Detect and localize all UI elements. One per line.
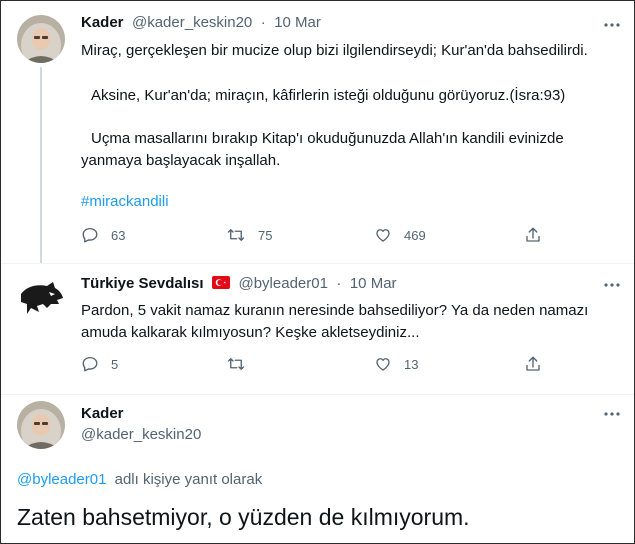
tweet-text-line: Uçma masallarını bırakıp Kitap'ı okuduğu…	[91, 130, 564, 147]
action-bar: 5 13	[81, 355, 542, 373]
author-handle[interactable]: @kader_keskin20	[81, 426, 201, 443]
like-count: 469	[404, 227, 426, 243]
turkey-flag-icon	[212, 276, 231, 289]
reply-button[interactable]: 63	[81, 226, 226, 244]
tweet-text-line: Pardon, 5 vakit namaz kuranın neresinde …	[81, 302, 589, 319]
main-tweet-text: Zaten bahsetmiyor, o yüzden de kılmıyoru…	[17, 504, 470, 530]
tweet-thread-screenshot: Kader @kader_keskin20 · 10 Mar Miraç, ge…	[0, 0, 635, 544]
share-icon	[526, 227, 540, 242]
like-count: 13	[404, 356, 419, 372]
like-button[interactable]: 469	[374, 226, 524, 244]
tweet-text-line: amuda kalkarak kılmıyosun? Keşke akletse…	[81, 324, 420, 341]
retweet-icon	[227, 229, 245, 241]
reply-count: 63	[111, 227, 126, 243]
avatar-photo	[17, 15, 65, 63]
avatar[interactable]	[17, 274, 65, 322]
tweet-1[interactable]: Kader @kader_keskin20 · 10 Mar Miraç, ge…	[1, 1, 634, 263]
share-button[interactable]	[524, 226, 542, 244]
panther-logo-avatar	[17, 274, 65, 322]
more-options-icon[interactable]	[602, 15, 622, 35]
tweet-date[interactable]: 10 Mar	[274, 14, 321, 31]
heart-icon	[376, 358, 390, 371]
reply-button[interactable]: 5	[81, 355, 226, 373]
tweet-text-line: yanmaya başlayacak inşallah.	[81, 152, 281, 169]
tweet-date[interactable]: 10 Mar	[350, 275, 397, 292]
retweet-button[interactable]: 75	[226, 226, 374, 244]
like-button[interactable]: 13	[374, 355, 524, 373]
avatar[interactable]	[17, 15, 65, 63]
reply-to-label: adlı kişiye yanıt olarak	[114, 471, 263, 488]
tweet-text-line: Miraç, gerçekleşen bir mucize olup bizi …	[81, 42, 588, 59]
author-name[interactable]: Türkiye Sevdalısı	[81, 275, 204, 292]
avatar-photo	[17, 401, 65, 449]
reply-to-handle-link[interactable]: @byleader01	[17, 471, 106, 488]
reply-count: 5	[111, 356, 119, 372]
reply-icon	[82, 356, 98, 372]
retweet-count: 75	[258, 227, 273, 243]
author-handle[interactable]: @byleader01	[238, 275, 327, 292]
retweet-icon	[227, 358, 245, 370]
separator-dot: ·	[260, 14, 266, 31]
author-handle[interactable]: @kader_keskin20	[132, 14, 252, 31]
more-options-icon[interactable]	[602, 404, 622, 424]
reply-icon	[82, 227, 98, 243]
more-options-icon[interactable]	[602, 275, 622, 295]
separator-dot: ·	[336, 275, 342, 292]
hashtag-link[interactable]: #mirackandili	[81, 192, 169, 212]
heart-icon	[376, 229, 390, 242]
author-name[interactable]: Kader	[81, 405, 124, 422]
tweet-text-line: Aksine, Kur'an'da; miraçın, kâfirlerin i…	[91, 87, 566, 104]
tweet-3-focused[interactable]: Kader @kader_keskin20 @byleader01 adlı k…	[1, 395, 634, 543]
action-bar: 63 75 469	[81, 226, 542, 244]
reply-context: @byleader01 adlı kişiye yanıt olarak	[17, 471, 262, 488]
thread-line	[40, 67, 42, 263]
retweet-button[interactable]	[226, 355, 374, 373]
share-icon	[526, 356, 540, 371]
author-name[interactable]: Kader	[81, 14, 124, 31]
avatar[interactable]	[17, 401, 65, 449]
tweet-2[interactable]: Türkiye Sevdalısı @byleader01 · 10 Mar P…	[1, 264, 634, 394]
share-button[interactable]	[524, 355, 542, 373]
